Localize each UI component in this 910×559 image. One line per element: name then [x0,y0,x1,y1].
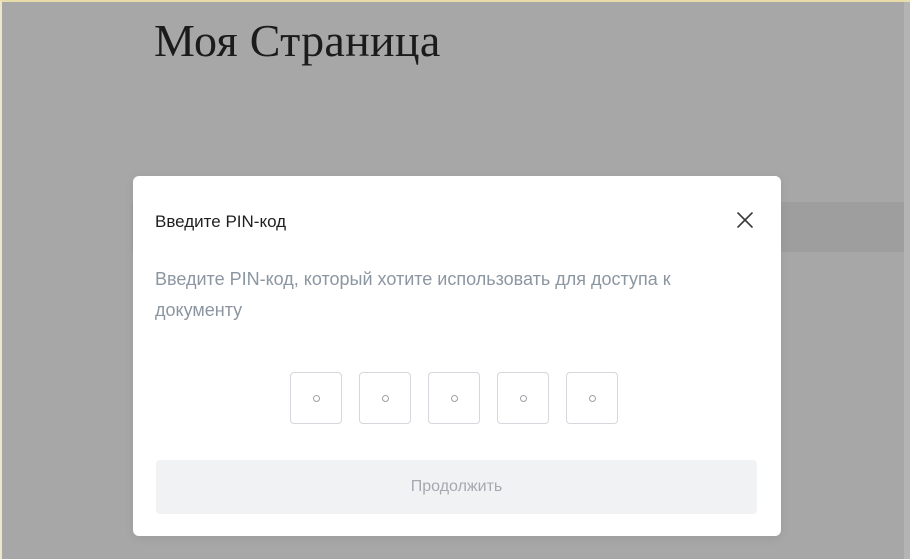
background-scroll-strip [904,2,910,559]
pin-input-group [290,372,618,424]
pin-digit-1[interactable] [290,372,342,424]
pin-placeholder-dot [588,394,596,402]
pin-placeholder-dot [450,394,458,402]
pin-digit-4[interactable] [497,372,549,424]
modal-title: Введите PIN-код [155,212,287,231]
pin-digit-2[interactable] [359,372,411,424]
close-button[interactable] [733,208,757,232]
page-background: Моя Страница Введите PIN-код Введите PIN… [0,0,910,559]
modal-description: Введите PIN-код, который хотите использо… [155,269,671,320]
page-title: Моя Страница [154,15,441,66]
pin-placeholder-dot [381,394,389,402]
pin-modal: Введите PIN-код Введите PIN-код, который… [133,176,781,536]
pin-digit-3[interactable] [428,372,480,424]
close-icon [737,212,753,228]
pin-digit-5[interactable] [566,372,618,424]
continue-button[interactable]: Продолжить [156,460,757,514]
pin-placeholder-dot [312,394,320,402]
pin-placeholder-dot [519,394,527,402]
